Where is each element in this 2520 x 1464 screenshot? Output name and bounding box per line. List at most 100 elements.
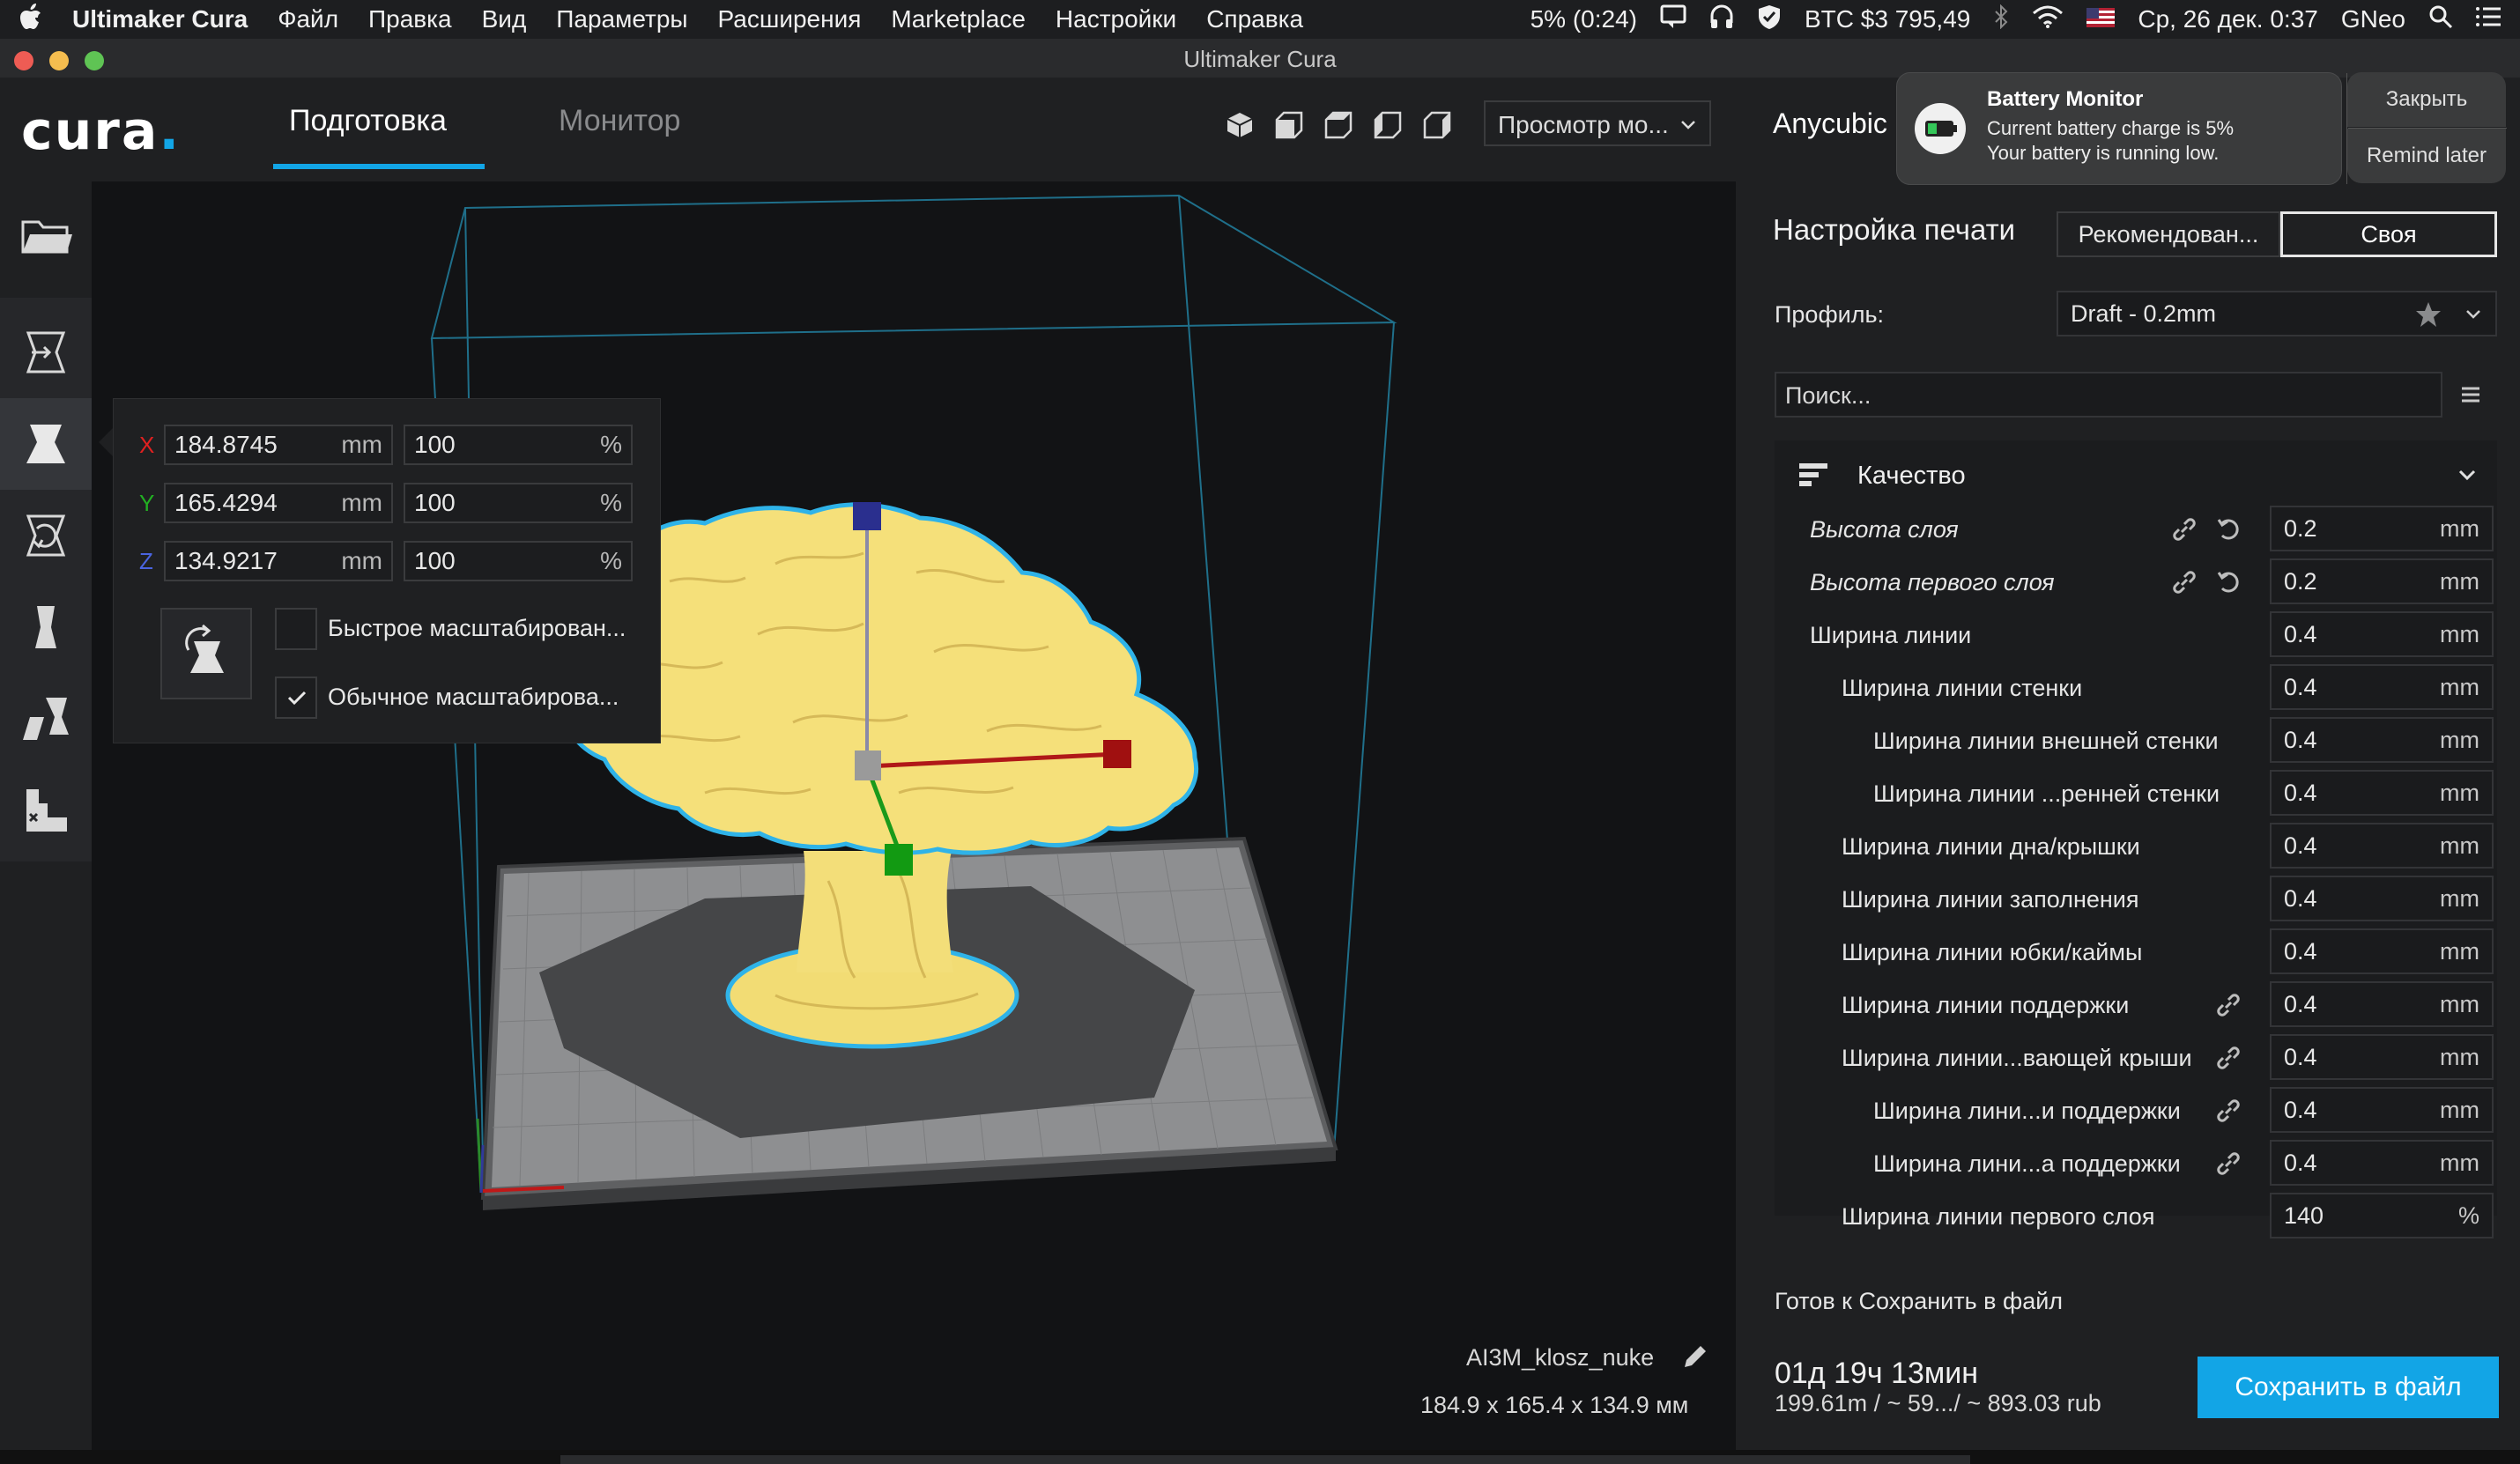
setting-label: Высота первого слоя: [1810, 569, 2055, 595]
btc-ticker[interactable]: BTC $3 795,49: [1805, 5, 1970, 33]
headphones-icon[interactable]: [1709, 4, 1734, 36]
printer-name[interactable]: Anycubic: [1773, 107, 1887, 140]
recommended-mode-button[interactable]: Рекомендован...: [2057, 211, 2280, 257]
clock[interactable]: Ср, 26 дек. 0:37: [2138, 5, 2318, 33]
settings-search-input[interactable]: Поиск...: [1775, 372, 2442, 418]
view-left-icon[interactable]: [1373, 110, 1403, 140]
battery-notification[interactable]: Battery Monitor Current battery charge i…: [1896, 72, 2507, 185]
collapse-chevron-icon[interactable]: [2455, 460, 2479, 492]
scale-y-percent-value: 100: [414, 489, 456, 516]
scale-tool-icon[interactable]: [12, 410, 79, 477]
mirror-tool-icon[interactable]: [12, 594, 79, 661]
quality-section-header[interactable]: Качество: [1857, 462, 1966, 491]
setting-value-input[interactable]: 0.4 mm: [2270, 823, 2494, 869]
setting-value-input[interactable]: 0.4 mm: [2270, 664, 2494, 710]
setting-value-input[interactable]: 0.4 mm: [2270, 1034, 2494, 1080]
setting-value-input[interactable]: 0.4 mm: [2270, 717, 2494, 763]
support-blocker-icon[interactable]: [12, 777, 79, 844]
custom-mode-button[interactable]: Своя: [2280, 211, 2497, 257]
setting-value-input[interactable]: 0.4 mm: [2270, 1140, 2494, 1186]
snap-scaling-checkbox[interactable]: [275, 608, 317, 650]
view-3d-icon[interactable]: [1225, 110, 1255, 140]
settings-visibility-menu-icon[interactable]: [2458, 382, 2483, 411]
menu-marketplace[interactable]: Marketplace: [891, 5, 1026, 33]
setting-value-input[interactable]: 0.4 mm: [2270, 770, 2494, 816]
3d-viewport[interactable]: [92, 181, 1736, 1450]
battery-status[interactable]: 5% (0:24): [1531, 5, 1637, 33]
setting-value-input[interactable]: 0.2 mm: [2270, 506, 2494, 551]
move-tool-icon[interactable]: [12, 319, 79, 386]
save-to-file-button[interactable]: Сохранить в файл: [2198, 1357, 2499, 1418]
view-front-icon[interactable]: [1274, 110, 1304, 140]
view-right-icon[interactable]: [1422, 110, 1452, 140]
scale-x-mm-input[interactable]: 184.8745 mm: [164, 425, 393, 465]
menu-settings[interactable]: Параметры: [556, 5, 687, 33]
setting-value-input[interactable]: 0.2 mm: [2270, 558, 2494, 604]
link-icon[interactable]: [2215, 1150, 2242, 1183]
setting-value: 0.4: [2284, 727, 2317, 753]
scale-x-mm-value: 184.8745: [174, 431, 278, 458]
scale-z-mm-unit: mm: [341, 547, 382, 574]
setting-value-input[interactable]: 0.4 mm: [2270, 928, 2494, 974]
edit-name-pencil-icon[interactable]: [1681, 1342, 1709, 1375]
notification-center-icon[interactable]: [2476, 5, 2502, 34]
reset-scale-button[interactable]: [160, 608, 252, 699]
link-icon[interactable]: [2171, 516, 2198, 549]
notification-icon[interactable]: [1660, 4, 1686, 35]
menu-file[interactable]: Файл: [278, 5, 338, 33]
notification-close-button[interactable]: Закрыть: [2347, 72, 2506, 127]
tab-prepare[interactable]: Подготовка: [289, 104, 447, 138]
per-model-settings-icon[interactable]: [12, 685, 79, 752]
scale-z-mm-input[interactable]: 134.9217 mm: [164, 541, 393, 581]
menu-app-name[interactable]: Ultimaker Cura: [72, 5, 248, 33]
spotlight-search-icon[interactable]: [2428, 4, 2453, 35]
menu-preferences[interactable]: Настройки: [1056, 5, 1176, 33]
model-name[interactable]: AI3M_klosz_nuke: [1466, 1344, 1654, 1372]
shield-icon[interactable]: [1757, 4, 1782, 36]
link-icon[interactable]: [2171, 569, 2198, 602]
apple-menu-icon[interactable]: [19, 3, 42, 36]
wifi-icon[interactable]: [2032, 4, 2064, 35]
setting-value-input[interactable]: 0.4 mm: [2270, 1087, 2494, 1133]
setting-unit: mm: [2440, 621, 2479, 647]
output-status: Готов к Сохранить в файл: [1775, 1288, 2064, 1314]
view-type-dropdown[interactable]: Просмотр мо...: [1484, 100, 1711, 146]
open-file-icon[interactable]: [12, 203, 79, 270]
reset-icon[interactable]: [2215, 567, 2243, 602]
favorite-star-icon[interactable]: [2414, 299, 2442, 342]
menu-extensions[interactable]: Расширения: [718, 5, 862, 33]
link-icon[interactable]: [2215, 1098, 2242, 1130]
bluetooth-icon[interactable]: [1993, 4, 2009, 35]
menu-help[interactable]: Справка: [1206, 5, 1303, 33]
scale-y-mm-input[interactable]: 165.4294 mm: [164, 483, 393, 523]
scale-z-percent-unit: %: [600, 547, 622, 574]
setting-value: 0.4: [2284, 1044, 2317, 1070]
notification-remind-later-button[interactable]: Remind later: [2347, 129, 2506, 183]
setting-label: Ширина линии заполнения: [1842, 886, 2139, 913]
scale-y-percent-input[interactable]: 100 %: [404, 483, 633, 523]
scale-z-percent-input[interactable]: 100 %: [404, 541, 633, 581]
setting-unit: mm: [2440, 515, 2479, 542]
input-source-flag-icon[interactable]: [2086, 5, 2116, 33]
menu-edit[interactable]: Правка: [368, 5, 452, 33]
scale-x-percent-unit: %: [600, 431, 622, 458]
user-name[interactable]: GNeo: [2341, 5, 2405, 33]
axis-x-label: X: [139, 432, 155, 458]
setting-value-input[interactable]: 0.4 mm: [2270, 611, 2494, 657]
scale-x-percent-input[interactable]: 100 %: [404, 425, 633, 465]
link-icon[interactable]: [2215, 992, 2242, 1024]
profile-value: Draft - 0.2mm: [2071, 300, 2217, 327]
setting-value-input[interactable]: 0.4 mm: [2270, 981, 2494, 1027]
menu-view[interactable]: Вид: [482, 5, 527, 33]
link-icon[interactable]: [2215, 1045, 2242, 1077]
tab-monitor[interactable]: Монитор: [559, 104, 680, 138]
checkmark-icon: [287, 691, 307, 706]
reset-icon[interactable]: [2215, 514, 2243, 549]
setting-value: 0.4: [2284, 938, 2317, 965]
setting-value-input[interactable]: 0.4 mm: [2270, 876, 2494, 921]
view-top-icon[interactable]: [1323, 110, 1353, 140]
profile-dropdown[interactable]: Draft - 0.2mm: [2057, 291, 2497, 336]
rotate-tool-icon[interactable]: [12, 502, 79, 569]
uniform-scaling-checkbox[interactable]: [275, 677, 317, 719]
setting-value-input[interactable]: 140%: [2270, 1193, 2494, 1238]
